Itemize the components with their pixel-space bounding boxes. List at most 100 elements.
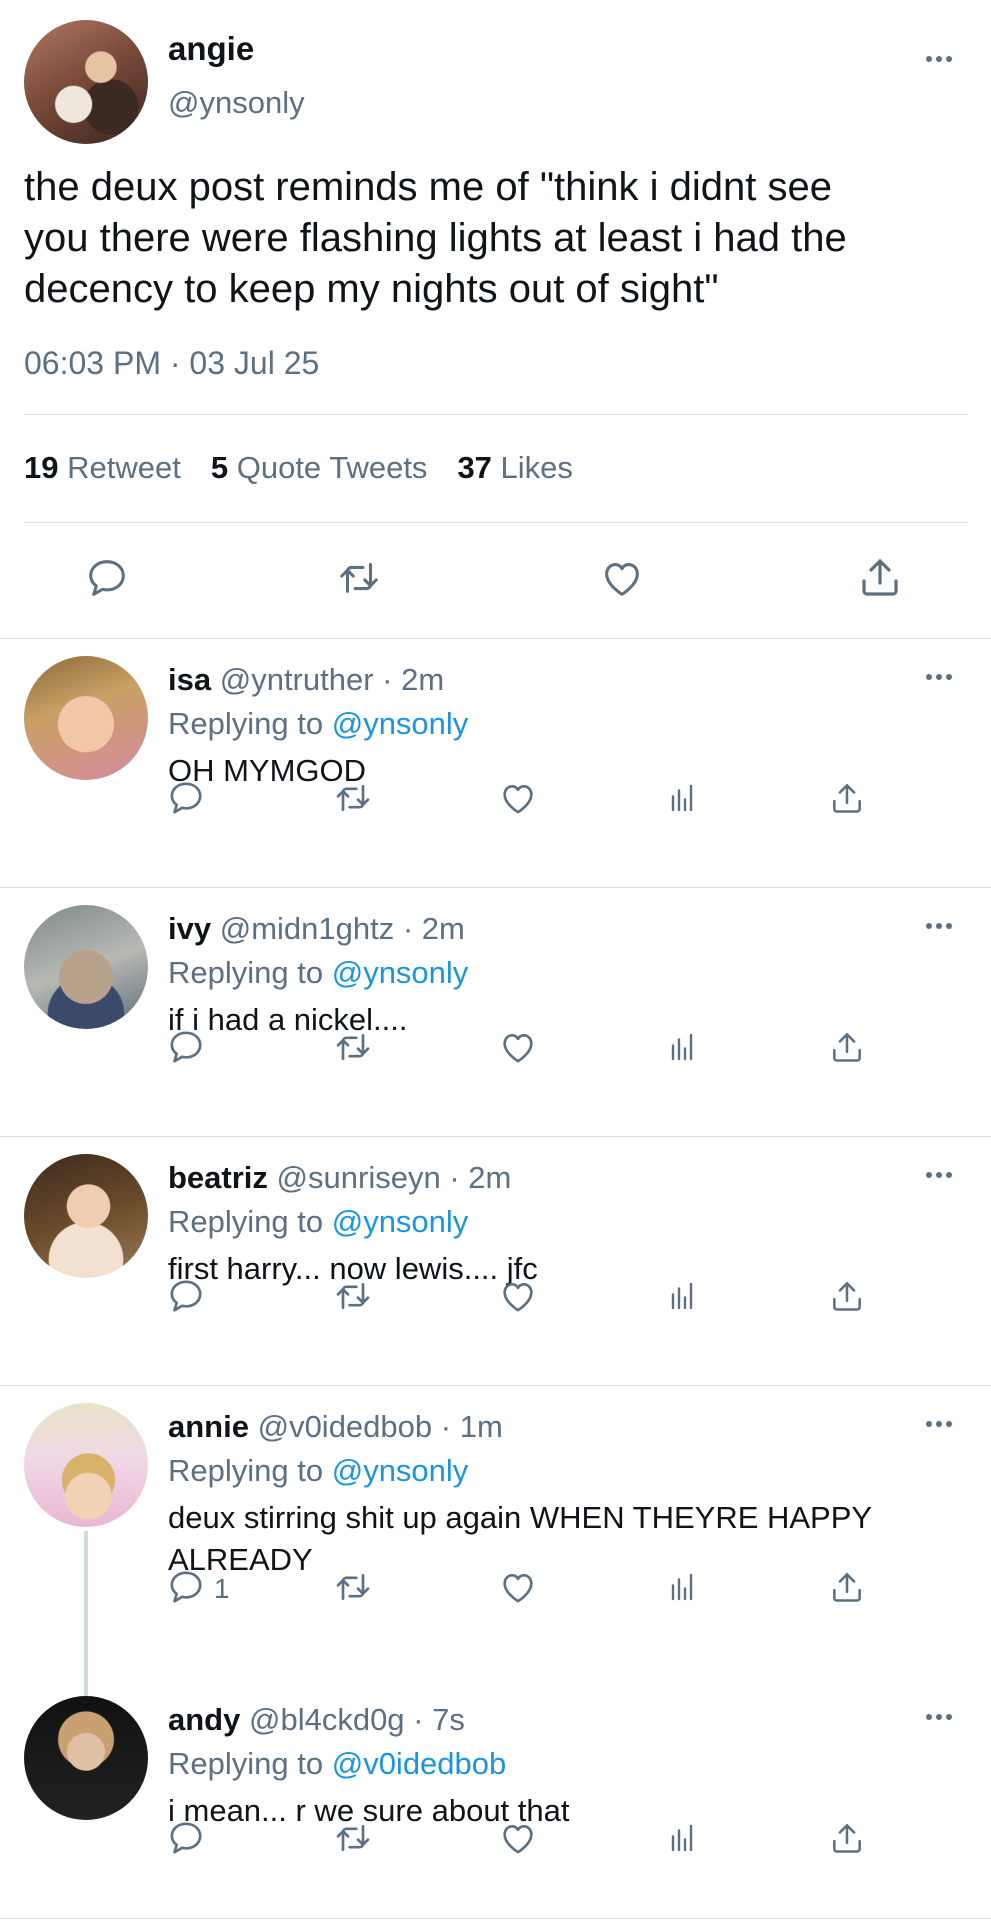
more-dots-icon[interactable]: [917, 665, 961, 689]
reply-header: ivy @midn1ghtz · 2m: [168, 911, 465, 947]
analytics-bars-icon[interactable]: [664, 1276, 700, 1316]
more-dots-icon[interactable]: [917, 914, 961, 938]
quote-tweets-stat[interactable]: 5 Quote Tweets: [211, 450, 428, 486]
heart-icon[interactable]: [498, 1276, 538, 1316]
comment-bubble-icon[interactable]: [84, 555, 130, 601]
reply-tweet[interactable]: andy @bl4ckd0g · 7s Replying to @v0idedbo…: [0, 1680, 991, 1920]
tweet-text: the deux post reminds me of "think i did…: [24, 165, 847, 311]
author-name[interactable]: angie: [168, 30, 254, 68]
analytics-bars-icon[interactable]: [664, 778, 700, 818]
reply-tweet[interactable]: isa @yntruther · 2m Replying to @ynsonly O…: [0, 640, 991, 889]
heart-icon[interactable]: [498, 778, 538, 818]
replying-label: Replying to: [168, 1746, 324, 1781]
replying-to-link[interactable]: @ynsonly: [332, 1204, 469, 1239]
reply-action-bar: [0, 1276, 991, 1320]
divider: [0, 1385, 991, 1386]
divider: [0, 887, 991, 888]
main-tweet: angie @ynsonly the deux post reminds me …: [0, 0, 991, 640]
reply-header: annie @v0idedbob · 1m: [168, 1409, 503, 1445]
analytics-bars-icon[interactable]: [664, 1027, 700, 1067]
comment-bubble-icon[interactable]: [166, 1818, 206, 1858]
replying-to: Replying to @ynsonly: [168, 955, 468, 991]
reply-tweet[interactable]: ivy @midn1ghtz · 2m Replying to @ynsonly i…: [0, 889, 991, 1138]
retweet-icon[interactable]: [332, 1567, 374, 1607]
replying-label: Replying to: [168, 1204, 324, 1239]
retweet-icon[interactable]: [332, 1276, 374, 1316]
tweet-timestamp[interactable]: 06:03 PM · 03 Jul 25: [24, 345, 319, 382]
tweet-stats: 19 Retweet 5 Quote Tweets 37 Likes: [24, 450, 573, 486]
reply-time: · 1m: [440, 1409, 503, 1444]
replying-to-link[interactable]: @ynsonly: [332, 1453, 469, 1488]
author-handle[interactable]: @bl4ckd0g: [249, 1702, 405, 1737]
divider: [0, 638, 991, 639]
divider: [0, 1136, 991, 1137]
more-dots-icon[interactable]: [917, 1163, 961, 1187]
author-handle[interactable]: @yntruther: [220, 662, 374, 697]
avatar[interactable]: [24, 1696, 148, 1820]
comment-bubble-icon[interactable]: [166, 1276, 206, 1316]
retweet-icon[interactable]: [332, 1818, 374, 1858]
heart-icon[interactable]: [498, 1567, 538, 1607]
share-upload-icon[interactable]: [856, 552, 904, 602]
share-upload-icon[interactable]: [828, 1276, 866, 1316]
avatar[interactable]: [24, 1403, 148, 1527]
author-handle[interactable]: @ynsonly: [168, 85, 305, 121]
share-upload-icon[interactable]: [828, 778, 866, 818]
replying-to-link[interactable]: @ynsonly: [332, 955, 469, 990]
more-dots-icon[interactable]: [917, 1412, 961, 1436]
reply-header: isa @yntruther · 2m: [168, 662, 444, 698]
author-name[interactable]: isa: [168, 662, 211, 697]
avatar[interactable]: [24, 1154, 148, 1278]
more-dots-icon[interactable]: [917, 1705, 961, 1729]
avatar[interactable]: [24, 656, 148, 780]
reply-action-bar: [0, 1027, 991, 1071]
replying-to: Replying to @ynsonly: [168, 1453, 468, 1489]
reply-time: · 2m: [402, 911, 465, 946]
author-handle[interactable]: @sunriseyn: [277, 1160, 441, 1195]
comment-bubble-icon[interactable]: [166, 778, 206, 818]
reply-action-bar: [0, 1818, 991, 1862]
replying-to: Replying to @ynsonly: [168, 1204, 468, 1240]
avatar[interactable]: [24, 20, 148, 144]
replying-to: Replying to @ynsonly: [168, 706, 468, 742]
divider: [0, 1918, 991, 1919]
author-name[interactable]: ivy: [168, 911, 211, 946]
reply-header: beatriz @sunriseyn · 2m: [168, 1160, 511, 1196]
avatar[interactable]: [24, 905, 148, 1029]
replying-label: Replying to: [168, 1453, 324, 1488]
heart-icon[interactable]: [498, 1027, 538, 1067]
share-upload-icon[interactable]: [828, 1027, 866, 1067]
analytics-bars-icon[interactable]: [664, 1818, 700, 1858]
retweet-icon[interactable]: [332, 778, 374, 818]
likes-stat[interactable]: 37 Likes: [457, 450, 572, 486]
author-name[interactable]: andy: [168, 1702, 240, 1737]
author-handle[interactable]: @v0idedbob: [258, 1409, 433, 1444]
share-upload-icon[interactable]: [828, 1818, 866, 1858]
reply-header: andy @bl4ckd0g · 7s: [168, 1702, 465, 1738]
replying-to-link[interactable]: @ynsonly: [332, 706, 469, 741]
tweet-action-bar: [0, 550, 991, 610]
author-name[interactable]: beatriz: [168, 1160, 268, 1195]
author-handle[interactable]: @midn1ghtz: [220, 911, 395, 946]
heart-icon[interactable]: [598, 555, 646, 601]
reply-time: · 7s: [413, 1702, 465, 1737]
comment-bubble-icon[interactable]: [166, 1567, 206, 1607]
share-upload-icon[interactable]: [828, 1567, 866, 1607]
more-dots-icon[interactable]: [917, 47, 961, 71]
reply-action-bar: [0, 778, 991, 822]
replying-label: Replying to: [168, 706, 324, 741]
replying-to-link[interactable]: @v0idedbob: [332, 1746, 507, 1781]
author-name[interactable]: annie: [168, 1409, 249, 1444]
analytics-bars-icon[interactable]: [664, 1567, 700, 1607]
reply-time: · 2m: [449, 1160, 512, 1195]
retweet-icon[interactable]: [332, 1027, 374, 1067]
heart-icon[interactable]: [498, 1818, 538, 1858]
divider: [24, 522, 968, 523]
retweet-icon[interactable]: [334, 555, 384, 601]
divider: [24, 414, 968, 415]
retweet-stat[interactable]: 19 Retweet: [24, 450, 181, 486]
comment-bubble-icon[interactable]: [166, 1027, 206, 1067]
reply-tweet[interactable]: beatriz @sunriseyn · 2m Replying to @ynso…: [0, 1138, 991, 1387]
replying-label: Replying to: [168, 955, 324, 990]
reply-tweet[interactable]: annie @v0idedbob · 1m Replying to @ynsonl…: [0, 1387, 991, 1696]
